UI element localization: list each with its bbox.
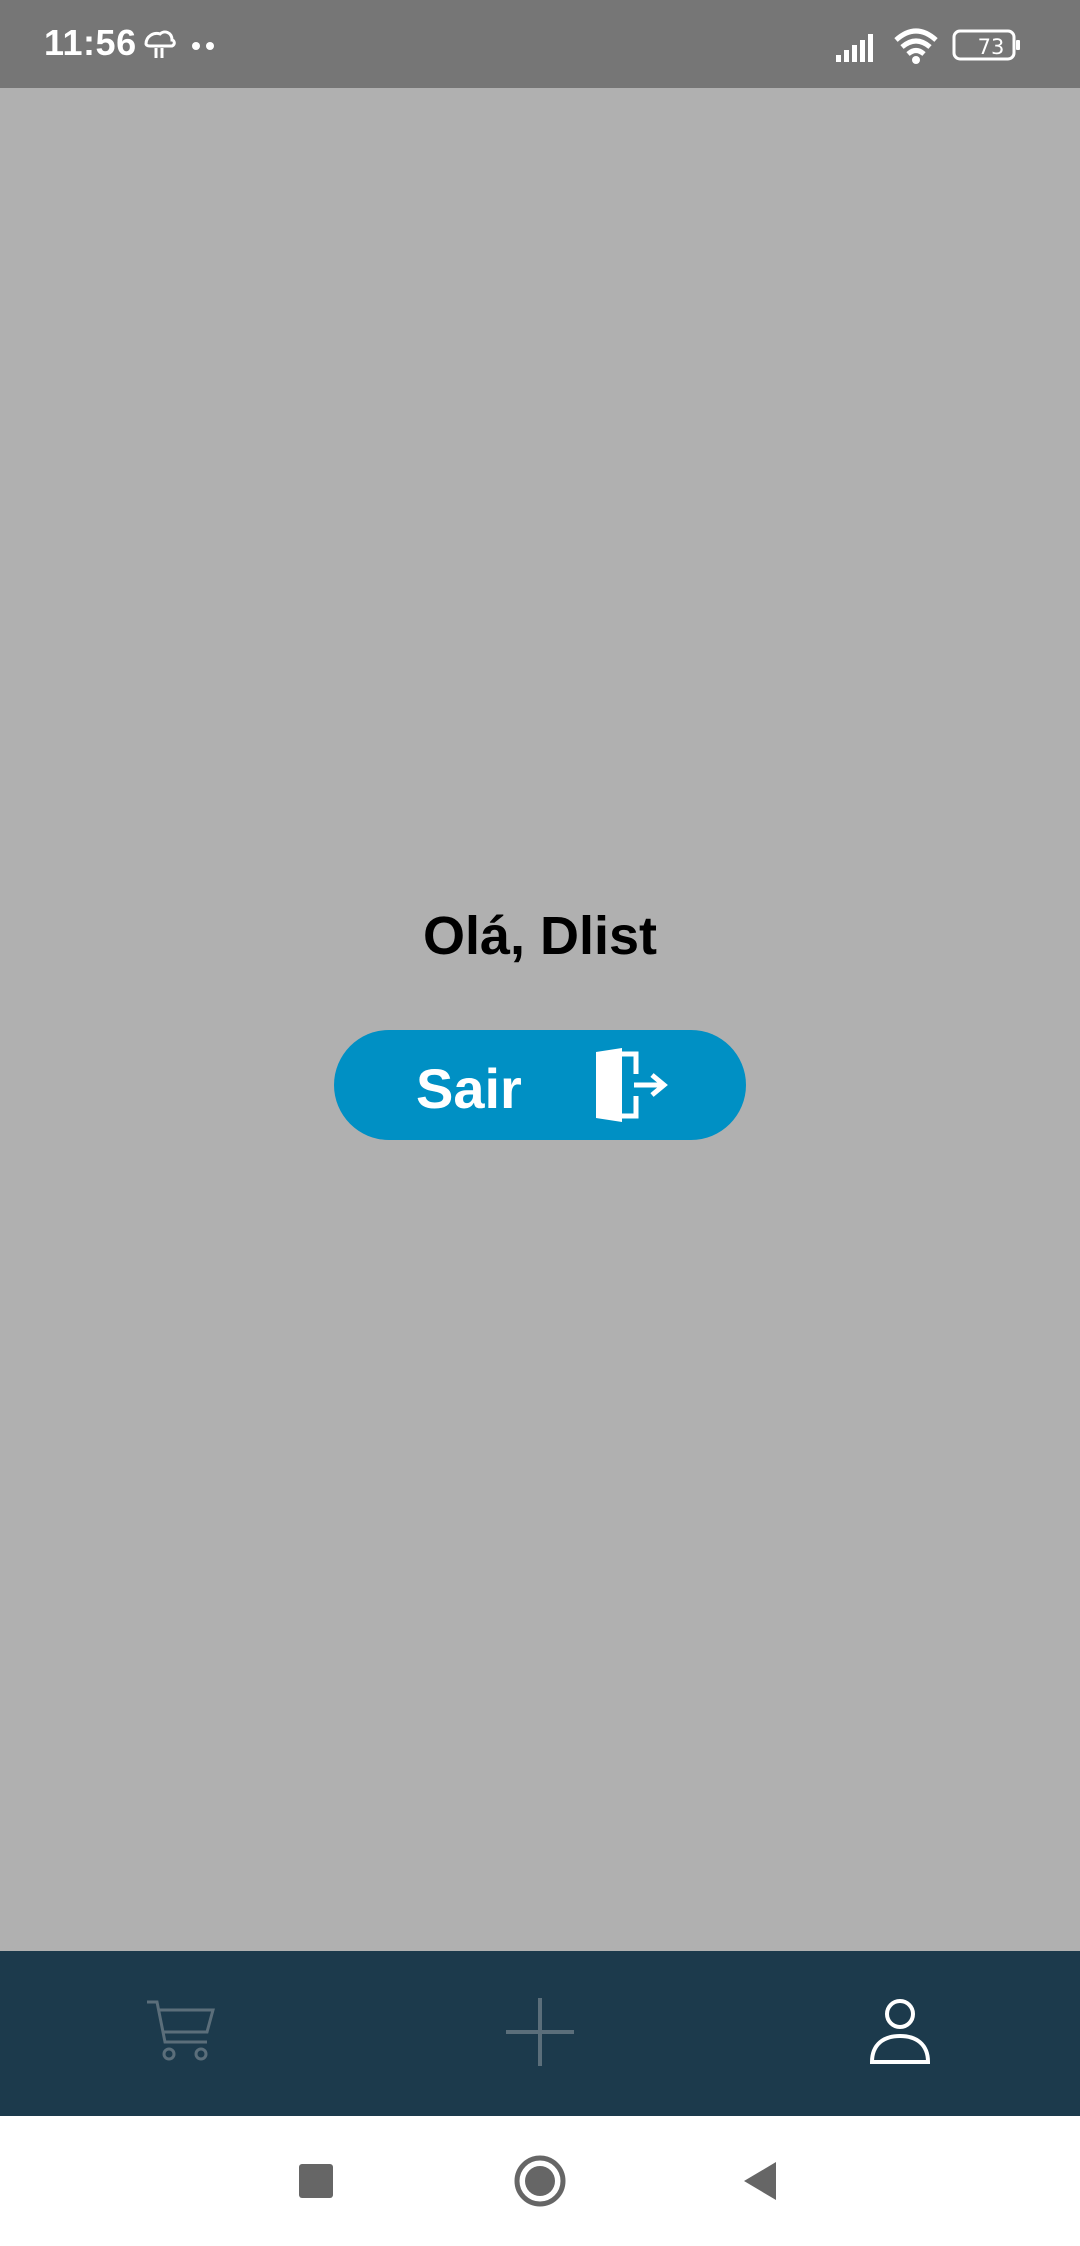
battery-level: 73: [977, 35, 1005, 59]
recents-square-icon[interactable]: [281, 2146, 351, 2216]
cart-icon: [147, 2000, 215, 2061]
system-navigation-bar: [0, 2116, 1080, 2246]
status-time: 11:56: [44, 22, 137, 63]
home-circle-icon[interactable]: [505, 2146, 575, 2216]
cloud-icon: [144, 30, 176, 58]
logout-label: Sair: [416, 1057, 522, 1120]
back-triangle-icon[interactable]: [726, 2146, 796, 2216]
status-notification-icons: [144, 30, 214, 58]
logout-button[interactable]: Sair: [334, 1030, 746, 1140]
screen: 11:56 73 Olá, Dlist Sair: [0, 0, 1080, 2246]
person-icon: [869, 1999, 931, 2064]
dots-icon: [192, 42, 214, 50]
wifi-icon: [894, 28, 938, 64]
plus-icon: [506, 1998, 574, 2066]
signal-icon: [836, 34, 873, 62]
bottom-navigation: [0, 1951, 1080, 2116]
nav-item-profile[interactable]: [720, 1951, 1080, 2116]
status-bar: 11:56 73: [0, 0, 1080, 88]
greeting-title: Olá, Dlist: [422, 906, 658, 966]
nav-item-add[interactable]: [360, 1951, 720, 2116]
logout-door-icon: [596, 1048, 668, 1122]
status-system-icons: [836, 28, 1020, 64]
nav-item-cart[interactable]: [0, 1951, 360, 2116]
